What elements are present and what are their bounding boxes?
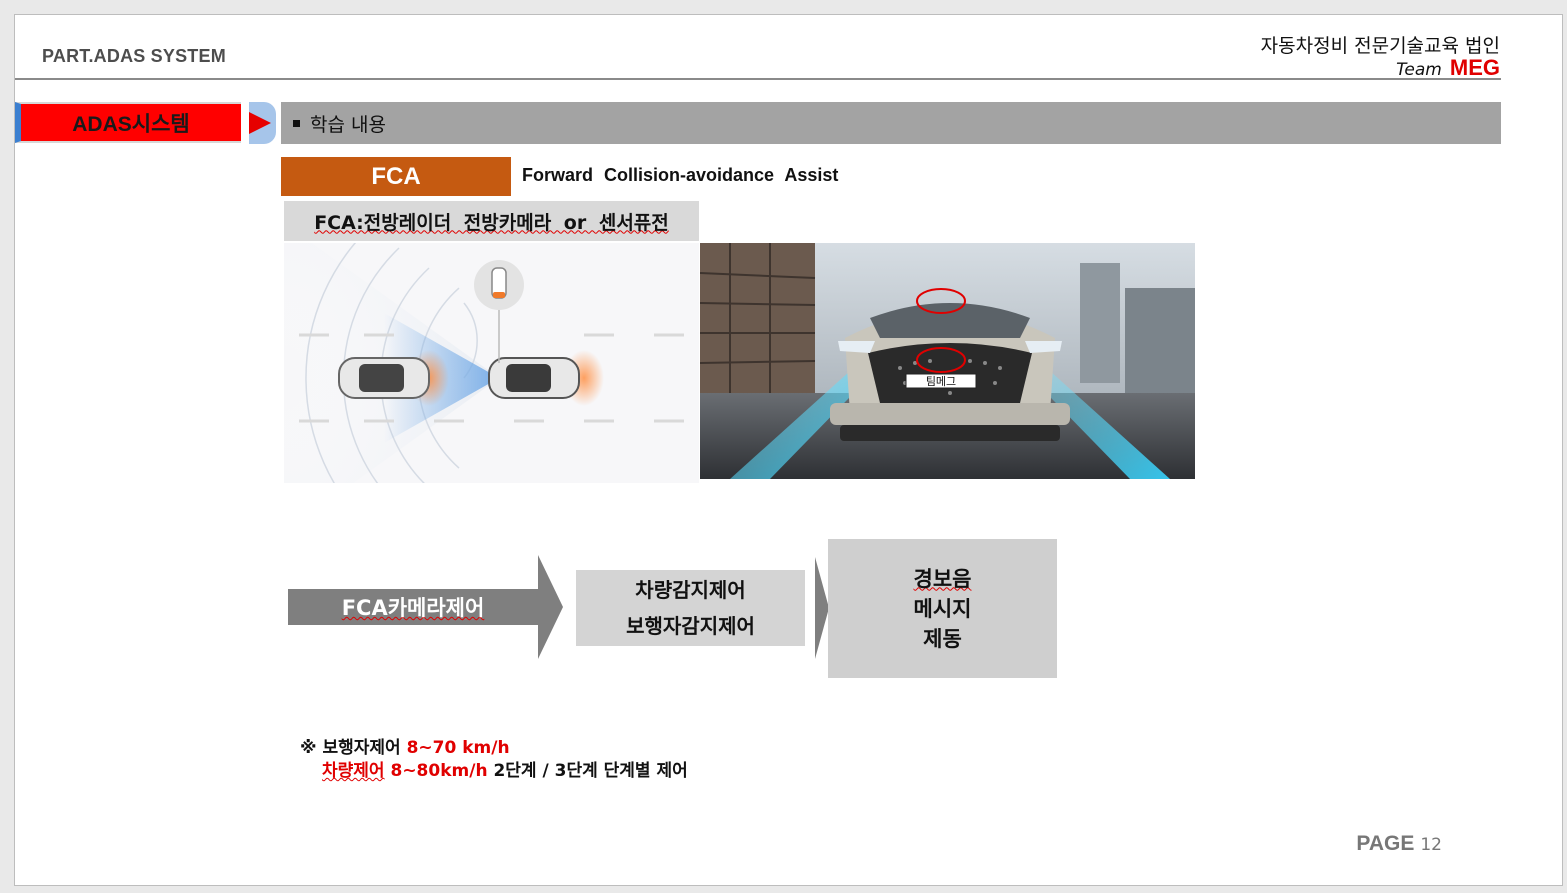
speed-note: ※ 보행자제어 8~70 km/h 차량제어 8~80km/h 2단계 / 3단… [300, 737, 688, 783]
team-name: MEG [1449, 55, 1500, 80]
flow-step3-line2: 메시지 [913, 596, 972, 621]
team-word: Team [1396, 60, 1442, 80]
page-indicator: PAGE 12 [1356, 831, 1442, 856]
fca-sensor-text: FCA:전방레이더 전방카메라 or 센서퓨전 [314, 211, 669, 234]
note-line2-label: 차량제어 [322, 761, 385, 781]
fca-diagram-image [284, 243, 699, 483]
note-line2-rest: 2단계 / 3단계 단계별 제어 [493, 761, 688, 781]
fca-tag: FCA [281, 157, 511, 196]
company-name: 자동차정비 전문기술교육 법인 [1260, 35, 1500, 57]
part-title: PART.ADAS SYSTEM [42, 46, 226, 66]
fca-full-name: Forward Collision-avoidance Assist [522, 165, 839, 185]
flow-step2-box: 차량감지제어 보행자감지제어 [576, 570, 805, 646]
flow-step2-line2: 보행자감지제어 [626, 614, 755, 638]
flow-step3-line1: 경보음 [913, 566, 972, 591]
header-divider [15, 78, 1501, 80]
flow-step3-line3: 제동 [923, 626, 962, 651]
slide: PART.ADAS SYSTEM 자동차정비 전문기술교육 법인 Team MEG… [14, 14, 1563, 886]
topic-bar: 학습 내용 [281, 102, 1501, 144]
section-badge: ADAS시스템 [15, 102, 241, 143]
play-icon [241, 102, 276, 144]
flow-step2-line1: 차량감지제어 [635, 578, 746, 602]
fca-diagram-svg [284, 243, 699, 483]
car-front-photo: 팀메그 [700, 243, 1195, 479]
note-mark: ※ [300, 738, 317, 758]
car-plate-text: 팀메그 [926, 375, 956, 388]
flow-step1-text: FCA카메라제어 [341, 596, 485, 620]
page-label: PAGE [1356, 832, 1415, 855]
note-line1: ※ 보행자제어 8~70 km/h [300, 737, 688, 760]
topic-label: 학습 내용 [310, 113, 386, 136]
note-line1-label: 보행자제어 [322, 738, 401, 758]
bullet-icon [293, 119, 300, 127]
flow-step1-arrow: FCA카메라제어 [288, 555, 563, 663]
flow-step1-label: FCA카메라제어 [288, 589, 538, 625]
note-line2-value: 8~80km/h [390, 761, 488, 781]
fca-sensor-line: FCA:전방레이더 전방카메라 or 센서퓨전 [284, 201, 699, 241]
flow-step2-arrow [815, 557, 829, 663]
car-photo-svg: 팀메그 [700, 243, 1195, 479]
flow-arrow2-svg [815, 557, 829, 659]
note-line2: 차량제어 8~80km/h 2단계 / 3단계 단계별 제어 [300, 760, 688, 783]
page-number: 12 [1420, 835, 1442, 855]
note-line1-value: 8~70 km/h [406, 738, 510, 758]
flow-step3-box: 경보음 메시지 제동 [828, 539, 1057, 678]
